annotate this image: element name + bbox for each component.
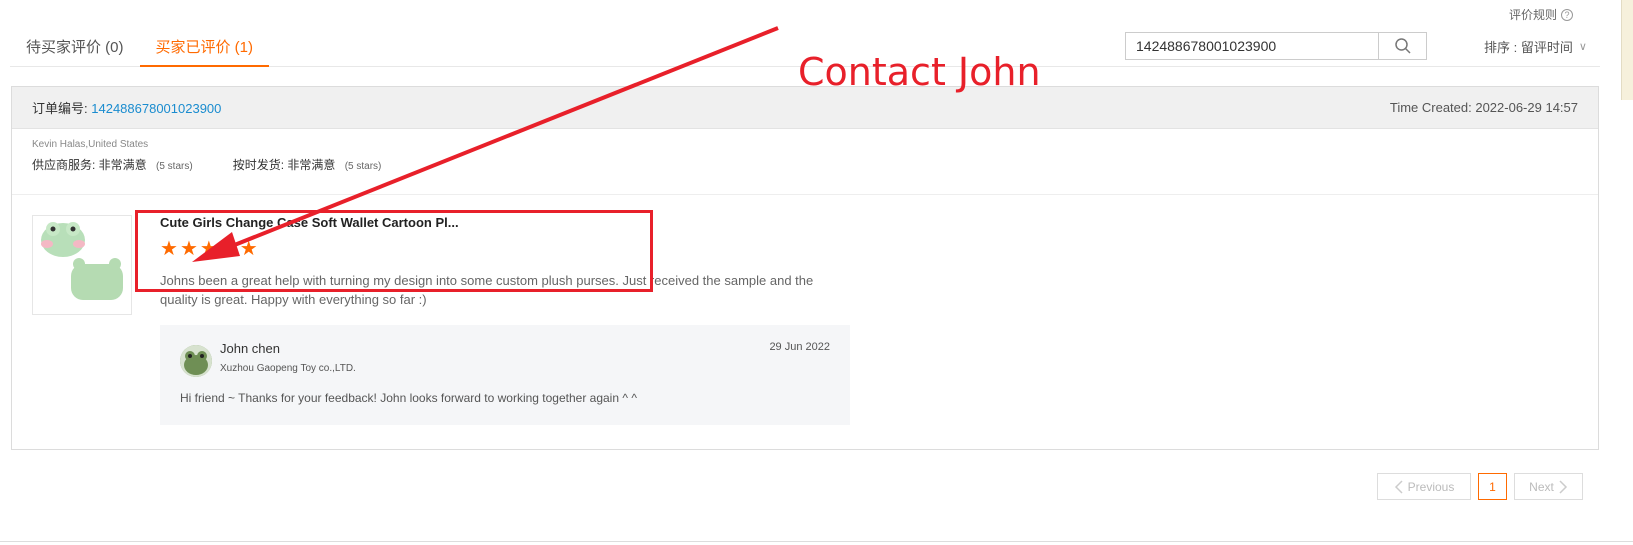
supplier-ratings: 供应商服务: 非常满意 (5 stars) 按时发货: 非常满意 (5 star… [32, 156, 1578, 173]
rating-label: 按时发货: 非常满意 [232, 158, 336, 172]
order-number-label: 订单编号: [32, 101, 88, 116]
rating-note: (5 stars) [156, 161, 193, 172]
previous-label: Previous [1407, 479, 1455, 494]
sort-dropdown[interactable]: 排序 : 留评时间 ∨ [1484, 37, 1587, 56]
help-icon: ? [1561, 8, 1573, 21]
frog-plush-image [41, 222, 123, 300]
search-icon [1394, 38, 1411, 54]
review-rules-link[interactable]: 评价规则 ? [1509, 6, 1573, 23]
annotation-text: Contact John [798, 50, 1041, 94]
review-rules-label: 评价规则 [1508, 8, 1557, 22]
frog-avatar-icon [180, 345, 212, 377]
order-number-group: 订单编号: 142488678001023900 [32, 98, 221, 117]
side-strip [1621, 0, 1633, 100]
next-page-button[interactable]: Next [1514, 473, 1583, 500]
time-created: Time Created: 2022-06-29 14:57 [1389, 100, 1578, 115]
previous-page-button[interactable]: Previous [1377, 473, 1471, 500]
page-1-button[interactable]: 1 [1478, 473, 1507, 500]
search-button[interactable] [1378, 33, 1426, 59]
annotation-highlight-box [135, 210, 653, 292]
rating-note: (5 stars) [344, 161, 382, 172]
search-input[interactable] [1126, 33, 1378, 59]
chevron-right-icon [1559, 479, 1567, 494]
bottom-divider [0, 541, 1633, 542]
supplier-reply: John chen Xuzhou Gaopeng Toy co.,LTD. 29… [160, 325, 850, 425]
reply-author-name: John chen [220, 341, 280, 356]
avatar [180, 345, 212, 377]
rating-supplier-service: 供应商服务: 非常满意 (5 stars) [32, 156, 193, 173]
chevron-left-icon [1394, 479, 1403, 494]
product-thumbnail[interactable] [32, 215, 132, 315]
order-search [1125, 32, 1427, 60]
rating-label: 供应商服务: 非常满意 [32, 158, 147, 172]
chevron-down-icon: ∨ [1578, 41, 1587, 53]
buyer-section: Kevin Halas,United States 供应商服务: 非常满意 (5… [12, 129, 1598, 195]
rating-on-time-delivery: 按时发货: 非常满意 (5 stars) [233, 156, 382, 173]
order-number-link[interactable]: 142488678001023900 [91, 101, 221, 116]
tab-pending-reviews[interactable]: 待买家评价 (0) [10, 30, 140, 67]
reply-company: Xuzhou Gaopeng Toy co.,LTD. [220, 363, 356, 374]
sort-label: 排序 : 留评时间 [1484, 40, 1573, 55]
pagination: Previous 1 Next [1377, 473, 1583, 500]
reply-date: 29 Jun 2022 [769, 341, 830, 353]
reply-text: Hi friend ~ Thanks for your feedback! Jo… [180, 391, 637, 405]
next-label: Next [1529, 479, 1554, 494]
tab-buyer-reviewed[interactable]: 买家已评价 (1) [139, 30, 270, 67]
buyer-name: Kevin Halas,United States [32, 139, 149, 150]
